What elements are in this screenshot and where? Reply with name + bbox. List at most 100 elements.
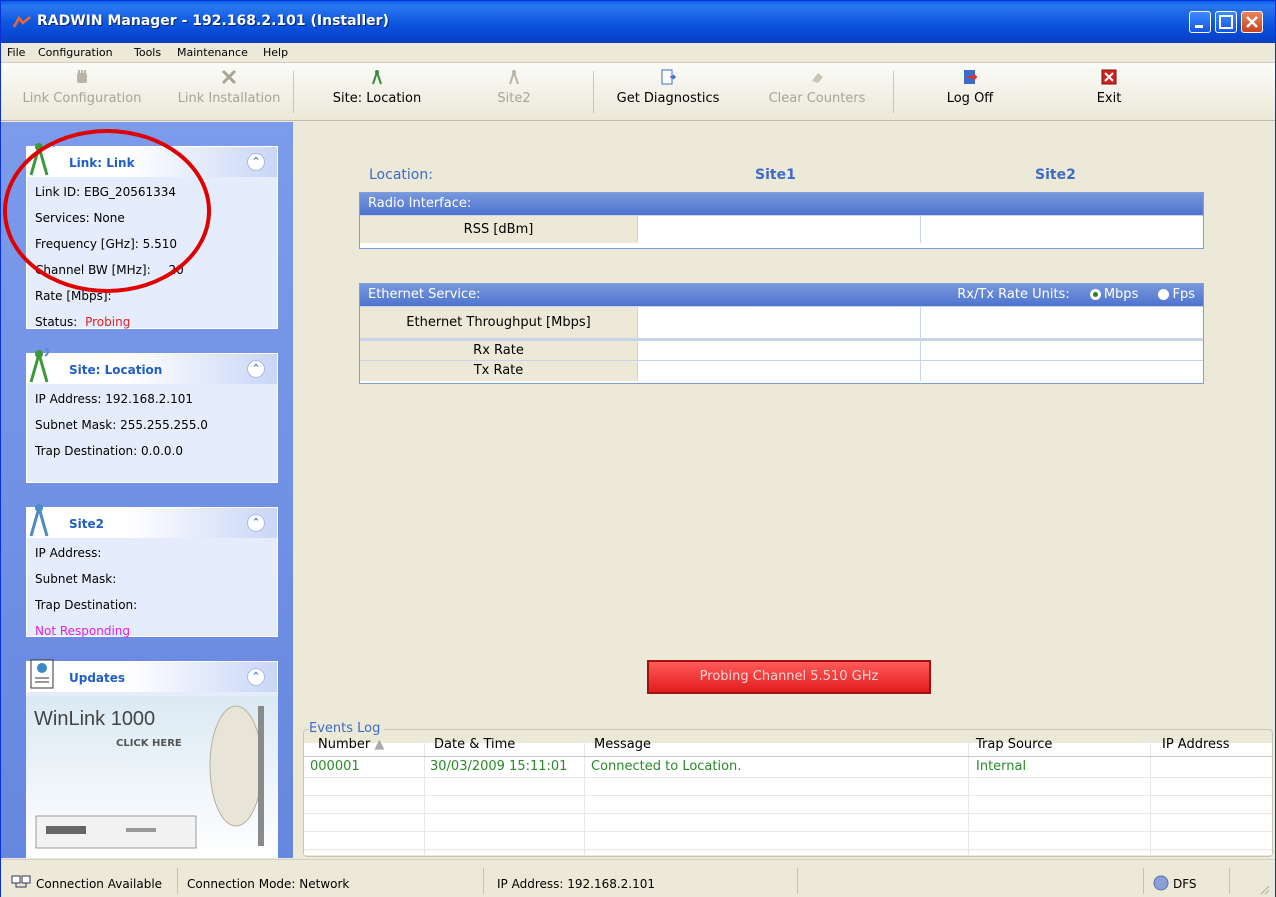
close-icon <box>1246 16 1258 28</box>
antenna-icon <box>29 504 49 537</box>
menu-file[interactable]: File <box>7 46 25 59</box>
title-bar[interactable]: RADWIN Manager - 192.168.2.101 (Installe… <box>1 1 1275 43</box>
link-status: Status: Probing <box>35 313 277 339</box>
collapse-chevron-icon[interactable]: ⌃ <box>247 668 265 686</box>
status-value: Probing <box>85 315 131 329</box>
column-divider <box>584 737 585 855</box>
site-location-panel-header[interactable]: Site: Location ⌃ <box>27 347 277 384</box>
ethernet-throughput-label: Ethernet Throughput [Mbps] <box>360 307 638 338</box>
annotation-circle <box>3 129 211 293</box>
column-header-ip-address[interactable]: IP Address <box>1162 737 1230 752</box>
diagnostics-icon <box>661 69 676 85</box>
column-header-message[interactable]: Message <box>594 737 651 752</box>
header-divider <box>304 756 1272 757</box>
clear-counters-button[interactable]: Clear Counters <box>759 69 875 115</box>
log-off-icon <box>964 70 978 84</box>
status-bar: Connection Available Connection Mode: Ne… <box>1 859 1275 897</box>
site2-trap: Trap Destination: <box>35 598 138 612</box>
site2-ip: IP Address: <box>35 546 102 560</box>
dfs-icon <box>1153 875 1169 891</box>
site-location-button[interactable]: Site: Location <box>319 69 435 115</box>
ethernet-service-title: Ethernet Service: <box>368 287 481 302</box>
event-datetime: 30/03/2009 15:11:01 <box>430 759 568 774</box>
site-location-panel-title: Site: Location <box>69 363 163 377</box>
mbps-radio[interactable] <box>1089 289 1101 300</box>
collapse-chevron-icon[interactable]: ⌃ <box>247 360 265 378</box>
column-divider <box>920 361 921 381</box>
minimize-button[interactable] <box>1189 11 1211 33</box>
close-window-button[interactable] <box>1241 11 1263 33</box>
column-divider <box>920 341 921 360</box>
antenna-icon <box>29 347 49 383</box>
menu-maintenance[interactable]: Maintenance <box>177 46 248 59</box>
site-location-label: Site: Location <box>332 91 422 106</box>
app-window: RADWIN Manager - 192.168.2.101 (Installe… <box>0 0 1276 897</box>
document-icon <box>30 659 54 689</box>
maximize-button[interactable] <box>1215 11 1237 33</box>
antenna-icon <box>509 70 519 85</box>
mbps-label[interactable]: Mbps <box>1104 287 1139 302</box>
column-header-trap-source[interactable]: Trap Source <box>976 737 1052 752</box>
column-header-number[interactable]: Number ▲ <box>318 737 384 752</box>
location-label: Location: <box>369 167 433 183</box>
toolbar: Link Configuration Link Installation Sit… <box>1 63 1275 121</box>
events-log-title: Events Log <box>309 721 385 736</box>
updates-panel-header[interactable]: Updates ⌃ <box>27 659 277 692</box>
row-divider <box>304 849 1272 850</box>
fps-radio[interactable] <box>1158 289 1170 300</box>
get-diagnostics-button[interactable]: Get Diagnostics <box>605 69 731 115</box>
site2-panel-header[interactable]: Site2 ⌃ <box>27 504 277 538</box>
rx-rate-row: Rx Rate <box>360 338 1203 360</box>
ethernet-service-header: Ethernet Service: Rx/Tx Rate Units: Mbps… <box>360 284 1203 306</box>
row-divider <box>304 831 1272 832</box>
eraser-icon <box>812 73 823 83</box>
main-panel: Location: Site1 Site2 Radio Interface: R… <box>293 122 1275 717</box>
site2-status: Not Responding <box>35 624 131 638</box>
collapse-chevron-icon[interactable]: ⌃ <box>247 153 265 171</box>
connection-status: Connection Available <box>36 877 163 891</box>
site-location-trap: Trap Destination: 0.0.0.0 <box>35 444 183 458</box>
status-divider <box>797 868 798 894</box>
link-rate: Rate [Mbps]: <box>35 289 112 303</box>
status-divider <box>1229 868 1230 894</box>
site1-column-header: Site1 <box>755 167 796 183</box>
window-title: RADWIN Manager - 192.168.2.101 (Installe… <box>37 13 389 29</box>
link-installation-label: Link Installation <box>177 91 281 106</box>
updates-panel-title: Updates <box>69 671 126 685</box>
network-connection-icon <box>11 875 31 888</box>
probing-channel-button[interactable]: Probing Channel 5.510 GHz <box>647 660 931 694</box>
status-label: Status: <box>35 315 78 329</box>
winlink-ad-banner[interactable]: WinLink 1000 CLICK HERE <box>26 696 278 858</box>
status-divider <box>177 868 178 894</box>
tx-rate-label: Tx Rate <box>360 361 638 381</box>
fps-label[interactable]: Fps <box>1172 287 1195 302</box>
events-log: Events Log Number ▲ Date & Time Message … <box>303 719 1273 857</box>
sort-ascending-icon: ▲ <box>374 737 385 752</box>
menu-tools[interactable]: Tools <box>134 46 161 59</box>
connection-mode: Connection Mode: Network <box>187 877 350 891</box>
log-off-button[interactable]: Log Off <box>925 69 1015 115</box>
row-divider <box>304 777 1272 778</box>
site2-subnet: Subnet Mask: <box>35 572 117 586</box>
rate-units-selector: Rx/Tx Rate Units: Mbps Fps <box>957 284 1195 306</box>
ethernet-throughput-row: Ethernet Throughput [Mbps] <box>360 306 1203 338</box>
menu-configuration[interactable]: Configuration <box>38 46 113 59</box>
column-header-datetime[interactable]: Date & Time <box>434 737 515 752</box>
site2-panel: Site2 ⌃ IP Address: Subnet Mask: Trap De… <box>26 504 278 638</box>
column-divider <box>920 216 921 243</box>
site2-panel-title: Site2 <box>69 517 104 531</box>
collapse-chevron-icon[interactable]: ⌃ <box>247 514 265 532</box>
column-divider <box>424 737 425 855</box>
exit-button[interactable]: Exit <box>1069 69 1149 115</box>
link-configuration-button[interactable]: Link Configuration <box>9 69 155 115</box>
radwin-app-icon <box>13 15 31 28</box>
link-installation-button[interactable]: Link Installation <box>171 69 287 115</box>
exit-label: Exit <box>1096 91 1122 106</box>
events-table: Number ▲ Date & Time Message Trap Source… <box>304 737 1272 855</box>
resize-grip-icon[interactable] <box>1259 884 1271 896</box>
site2-button[interactable]: Site2 <box>479 69 549 115</box>
menu-help[interactable]: Help <box>263 46 288 59</box>
rate-units-label: Rx/Tx Rate Units: <box>957 287 1070 302</box>
site2-column-header: Site2 <box>1035 167 1076 183</box>
column-divider <box>968 737 969 855</box>
